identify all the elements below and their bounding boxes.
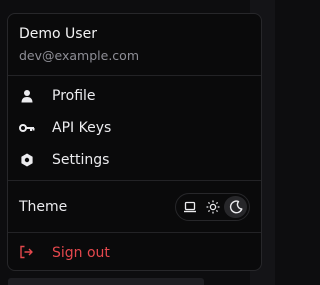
sign-out-button[interactable]: Sign out bbox=[8, 233, 261, 273]
menu-item-label: API Keys bbox=[52, 120, 112, 136]
user-name: Demo User bbox=[19, 26, 97, 42]
laptop-icon bbox=[183, 201, 196, 212]
user-email: dev@example.com bbox=[19, 48, 139, 63]
user-dropdown-menu: Demo User dev@example.com Profile API Ke… bbox=[7, 13, 262, 271]
key-icon bbox=[19, 120, 35, 136]
theme-row: Theme bbox=[8, 181, 261, 232]
menu-item-label: Settings bbox=[52, 152, 110, 168]
gear-icon bbox=[19, 152, 35, 168]
user-info: Demo User dev@example.com bbox=[8, 14, 261, 75]
menu-items: Profile API Keys Settings bbox=[8, 76, 261, 180]
logout-icon bbox=[19, 245, 35, 261]
theme-option-system[interactable] bbox=[178, 196, 201, 218]
background-element bbox=[8, 278, 204, 285]
sun-icon bbox=[206, 200, 219, 213]
theme-option-dark[interactable] bbox=[224, 195, 247, 218]
user-icon bbox=[19, 88, 35, 104]
moon-icon bbox=[229, 199, 242, 213]
menu-item-settings[interactable]: Settings bbox=[8, 144, 261, 176]
theme-toggle bbox=[175, 192, 250, 221]
theme-option-light[interactable] bbox=[201, 196, 224, 218]
menu-item-profile[interactable]: Profile bbox=[8, 80, 261, 112]
sign-out-label: Sign out bbox=[52, 245, 110, 261]
menu-item-api-keys[interactable]: API Keys bbox=[8, 112, 261, 144]
theme-label: Theme bbox=[19, 198, 68, 215]
menu-item-label: Profile bbox=[52, 88, 96, 104]
